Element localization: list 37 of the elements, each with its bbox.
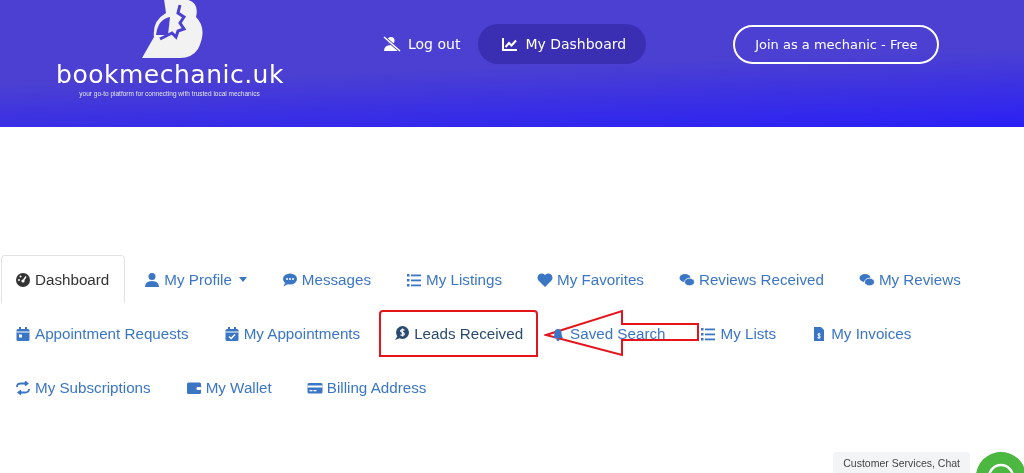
caret-icon: [238, 277, 247, 282]
nav-tab[interactable]: My Favorites: [523, 255, 660, 303]
highlighted-tab[interactable]: Leads Received: [379, 309, 539, 357]
comments-icon: [858, 271, 875, 288]
dollar-chat-icon: [394, 325, 411, 341]
calendar-icon: [15, 325, 31, 342]
nav-tab[interactable]: My Listings: [392, 255, 519, 303]
dashboard-button[interactable]: My Dashboard: [478, 24, 647, 64]
calendar-check-icon: [223, 325, 240, 342]
list-icon: [700, 325, 717, 342]
chat-icon: [281, 271, 298, 288]
nav-tab[interactable]: My Subscriptions: [1, 363, 167, 411]
heart-icon: [537, 271, 554, 288]
chat-label[interactable]: Customer Services, Chat: [833, 452, 970, 473]
user-slash-icon: [383, 36, 401, 52]
nav-tab[interactable]: Dashboard: [1, 255, 126, 303]
join-button[interactable]: Join as a mechanic - Free: [733, 24, 940, 64]
dashboard-icon: [15, 271, 31, 288]
list-icon: [406, 271, 423, 288]
comments-icon: [678, 271, 695, 288]
nav-tab[interactable]: Appointment Requests: [1, 309, 205, 357]
logo-text: bookmechanic.uk: [56, 61, 284, 89]
nav-tab[interactable]: My Lists: [686, 309, 793, 357]
nav-tab[interactable]: My Wallet: [171, 363, 288, 411]
nav-tab[interactable]: Reviews Received: [664, 255, 840, 303]
nav-tab[interactable]: My Invoices: [797, 309, 928, 357]
nav-tab[interactable]: My Reviews: [844, 255, 977, 303]
logout-link[interactable]: Log out: [345, 24, 479, 64]
logo-mark-icon: [141, 0, 204, 59]
nav-tab[interactable]: Saved Search: [536, 309, 682, 357]
user-icon: [144, 271, 161, 288]
nav-tab[interactable]: Billing Address: [292, 363, 443, 411]
chart-line-icon: [502, 37, 519, 51]
nav-tab[interactable]: Messages: [267, 255, 388, 303]
nav-tab[interactable]: My Profile: [130, 255, 263, 303]
nav-tab[interactable]: My Appointments: [209, 309, 377, 357]
sync-icon: [15, 379, 31, 396]
